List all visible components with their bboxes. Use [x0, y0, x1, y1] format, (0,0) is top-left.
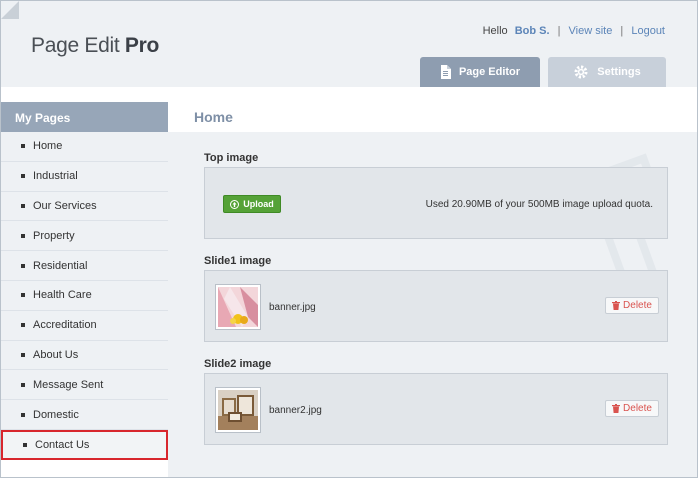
delete-label: Delete: [623, 403, 652, 414]
top-image-panel: Upload Used 20.90MB of your 500MB image …: [204, 167, 668, 239]
corner-fold: [1, 1, 19, 19]
tab-label: Settings: [597, 66, 641, 78]
slide2-thumbnail[interactable]: [215, 387, 261, 433]
sidebar-item-label: Industrial: [33, 170, 78, 183]
bullet-icon: [21, 293, 25, 298]
sidebar-item-property[interactable]: Property: [1, 221, 168, 252]
sidebar-item-domestic[interactable]: Domestic: [1, 400, 168, 430]
sidebar-item-label: Message Sent: [33, 378, 104, 391]
sidebar-item-label: Home: [33, 140, 63, 153]
sidebar-item-label: Our Services: [33, 199, 97, 212]
logo-text: Page Edit: [31, 34, 125, 57]
upload-icon: [230, 199, 240, 209]
sidebar-item-industrial[interactable]: Industrial: [1, 161, 168, 192]
sidebar-item-health-care[interactable]: Health Care: [1, 280, 168, 311]
app-logo: Page Edit Pro: [31, 34, 159, 58]
main-content: Home Top image Upload Used 20.90MB of yo…: [168, 102, 697, 477]
slide1-delete-button[interactable]: Delete: [605, 297, 659, 314]
bullet-icon: [21, 412, 25, 417]
sidebar-item-label: Residential: [33, 259, 88, 272]
trash-icon: [612, 404, 621, 413]
slide1-filename: banner.jpg: [269, 302, 316, 313]
image-thumbnail-icon: [218, 390, 258, 430]
logout-link[interactable]: Logout: [631, 25, 665, 37]
content-body: Top image Upload Used 20.90MB of your 50…: [168, 132, 697, 477]
nav-separator: |: [557, 25, 561, 37]
top-nav: Hello Bob S. | View site | Logout: [483, 25, 665, 37]
quota-text: Used 20.90MB of your 500MB image upload …: [425, 199, 653, 210]
sidebar-item-message-sent[interactable]: Message Sent: [1, 370, 168, 401]
hello-text: Hello: [482, 25, 508, 37]
tab-label: Page Editor: [458, 66, 521, 78]
sidebar-heading: My Pages: [1, 102, 168, 132]
bullet-icon: [21, 382, 25, 387]
bullet-icon: [21, 352, 25, 357]
sidebar-item-label: Accreditation: [33, 319, 97, 332]
sidebar-item-residential[interactable]: Residential: [1, 251, 168, 281]
sidebar: My Pages Home Industrial Our Services Pr…: [1, 102, 168, 477]
sidebar-item-contact-us[interactable]: Contact Us: [1, 429, 168, 460]
logo-text-bold: Pro: [124, 34, 160, 57]
view-site-link[interactable]: View site: [569, 25, 613, 37]
sidebar-item-about-us[interactable]: About Us: [1, 340, 168, 371]
sidebar-item-label: Domestic: [33, 408, 79, 421]
bullet-icon: [23, 442, 27, 447]
slide1-label: Slide1 image: [204, 255, 272, 267]
tab-settings[interactable]: Settings: [548, 57, 666, 87]
sidebar-item-accreditation[interactable]: Accreditation: [1, 310, 168, 341]
sidebar-item-label: About Us: [33, 348, 79, 361]
trash-icon: [612, 301, 621, 310]
upload-button[interactable]: Upload: [223, 195, 281, 213]
sidebar-item-our-services[interactable]: Our Services: [1, 191, 168, 222]
user-name[interactable]: Bob S.: [515, 25, 550, 37]
sidebar-item-label: Health Care: [33, 289, 92, 302]
document-icon: [440, 65, 451, 79]
slide2-filename: banner2.jpg: [269, 405, 322, 416]
bullet-icon: [21, 233, 25, 238]
bullet-icon: [21, 144, 25, 149]
sidebar-item-label: Contact Us: [35, 438, 90, 451]
slide1-panel: banner.jpg Delete: [204, 270, 668, 342]
page-title: Home: [168, 102, 697, 132]
slide2-panel: banner2.jpg Delete: [204, 373, 668, 445]
header: Page Edit Pro Hello Bob S. | View site |…: [1, 1, 697, 87]
upload-label: Upload: [243, 199, 274, 209]
delete-label: Delete: [623, 300, 652, 311]
bullet-icon: [21, 263, 25, 268]
image-thumbnail-icon: [218, 287, 258, 327]
sidebar-item-label: Property: [33, 229, 75, 242]
bullet-icon: [21, 323, 25, 328]
gear-icon: [573, 64, 589, 80]
slide2-label: Slide2 image: [204, 358, 272, 370]
nav-separator: |: [620, 25, 624, 37]
sidebar-item-home[interactable]: Home: [1, 132, 168, 162]
slide1-thumbnail[interactable]: [215, 284, 261, 330]
top-image-label: Top image: [204, 152, 259, 164]
bullet-icon: [21, 203, 25, 208]
slide2-delete-button[interactable]: Delete: [605, 400, 659, 417]
header-divider: [1, 87, 697, 102]
tab-page-editor[interactable]: Page Editor: [420, 57, 540, 87]
bullet-icon: [21, 174, 25, 179]
